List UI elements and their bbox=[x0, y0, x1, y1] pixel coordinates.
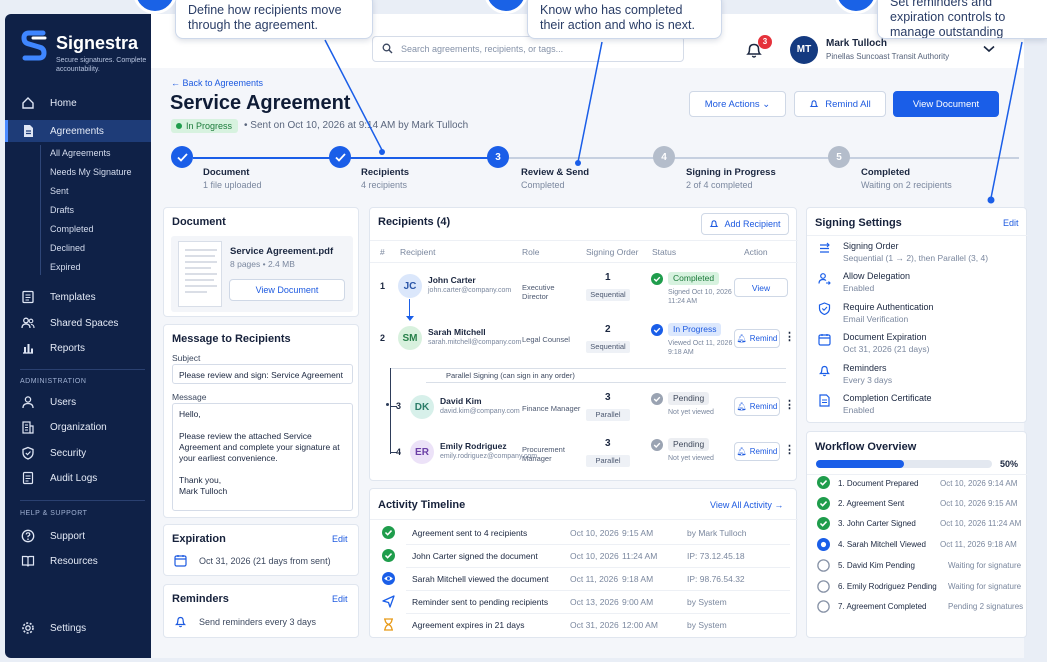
callout-text: Know who has completed their action and … bbox=[540, 3, 695, 32]
callout-text: Define how recipients move through the a… bbox=[188, 3, 342, 32]
callout-leader-lines bbox=[324, 39, 1023, 204]
callout-text: Set reminders and expiration controls to… bbox=[890, 0, 1006, 39]
callout-reminders: Set reminders and expiration controls to… bbox=[877, 0, 1047, 39]
callout-signing-order: Define how recipients move through the a… bbox=[175, 0, 373, 39]
callout-status: Know who has completed their action and … bbox=[527, 0, 722, 39]
